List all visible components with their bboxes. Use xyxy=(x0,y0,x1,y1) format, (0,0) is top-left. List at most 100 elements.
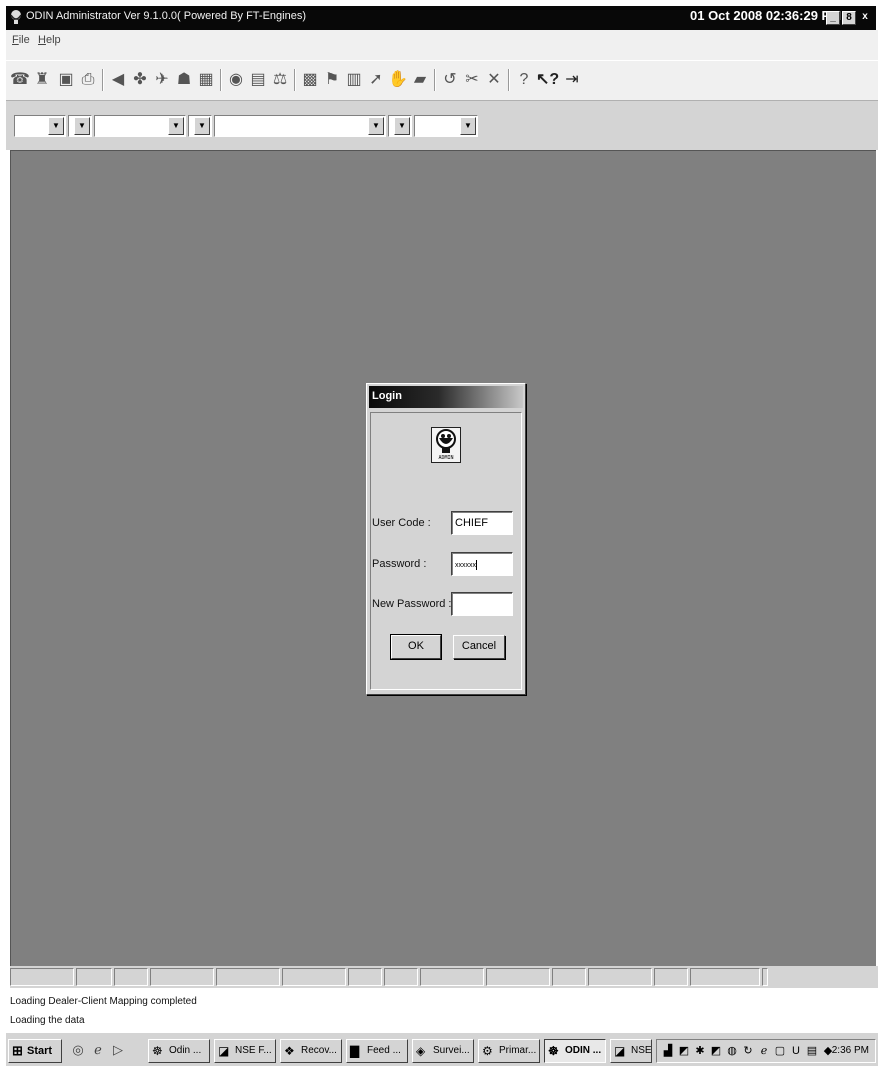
phone-icon[interactable]: ☎ xyxy=(10,69,30,91)
close-cross-icon[interactable]: ✕ xyxy=(484,69,504,91)
chart-icon[interactable]: ▩ xyxy=(300,69,320,91)
nse-icon: ◪ xyxy=(614,1044,626,1058)
tray-shield-icon[interactable]: ◍ xyxy=(725,1044,739,1058)
menu-file[interactable]: File xyxy=(12,34,30,46)
toolbar-separator xyxy=(294,69,296,91)
restore-button[interactable]: 8 xyxy=(842,11,856,25)
datetime-display: 01 Oct 2008 02:36:29 PM xyxy=(690,8,842,23)
task-nse-1[interactable]: ◪ NSE F... xyxy=(214,1039,276,1063)
disc-icon[interactable]: ◉ xyxy=(226,69,246,91)
tools-icon[interactable]: ✤ xyxy=(130,69,150,91)
segment-combo[interactable]: ▼ xyxy=(68,115,92,137)
satellite-icon[interactable]: ✈ xyxy=(152,69,172,91)
status-pane xyxy=(282,968,346,986)
undo-icon[interactable]: ↺ xyxy=(440,69,460,91)
cancel-button[interactable]: Cancel xyxy=(453,635,505,659)
status-message-2: Loading the data xyxy=(10,1015,85,1026)
flag-icon[interactable]: ⚑ xyxy=(322,69,342,91)
password-input[interactable]: xxxxxx xyxy=(451,552,513,576)
series-combo[interactable]: ▼ xyxy=(188,115,212,137)
cut-cross-icon[interactable]: ✂ xyxy=(462,69,482,91)
tray-network-icon[interactable]: ▟ xyxy=(661,1044,675,1058)
scales-icon[interactable]: ⚖ xyxy=(270,69,290,91)
ok-button[interactable]: OK xyxy=(390,634,442,660)
status-pane xyxy=(114,968,148,986)
task-nse-2[interactable]: ◪NSE F... xyxy=(610,1039,652,1063)
whats-this-icon[interactable]: ↖? xyxy=(536,69,559,91)
quicklaunch-media-icon[interactable]: ▷ xyxy=(110,1042,126,1060)
taskbar: ⊞ Start ◎ ℯ ▷ ☸ Odin ... ◪ NSE F... ❖ Recov… xyxy=(6,1032,878,1066)
text-cursor xyxy=(476,560,477,570)
chevron-down-icon[interactable]: ▼ xyxy=(48,117,64,135)
bell-icon[interactable]: ♜ xyxy=(32,69,52,91)
toolbar: ☎ ♜ ▣ ⎙ ◀ ✤ ✈ ☗ ▦ ◉ ▤ ⚖ ▩ ⚑ ▥ ➚ ✋ ▰ ↺ ✂ … xyxy=(6,60,878,100)
tray-sync-icon[interactable]: ↻ xyxy=(741,1044,755,1058)
admin-logo-icon xyxy=(436,429,456,453)
report-icon[interactable]: ▤ xyxy=(248,69,268,91)
expiry-combo[interactable]: ▼ xyxy=(388,115,412,137)
tray-display-icon[interactable]: ▢ xyxy=(773,1044,787,1058)
speaker-icon[interactable]: ◀ xyxy=(108,69,128,91)
instrument-combo[interactable]: ▼ xyxy=(94,115,186,137)
print-icon[interactable]: ⎙ xyxy=(78,69,98,91)
feed-icon: ▇ xyxy=(350,1044,360,1058)
taskbar-clock: 2:36 PM xyxy=(831,1045,869,1056)
status-pane xyxy=(420,968,484,986)
title-bar[interactable]: ODIN Administrator Ver 9.1.0.0( Powered … xyxy=(6,6,876,30)
tray-app-icon[interactable]: ◩ xyxy=(677,1044,691,1058)
dialog-title-bar[interactable]: Login xyxy=(369,386,523,408)
status-message-1: Loading Dealer-Client Mapping completed xyxy=(10,996,197,1007)
status-pane xyxy=(76,968,112,986)
lock-icon[interactable]: ▰ xyxy=(410,69,430,91)
tray-ie-icon[interactable]: ℯ xyxy=(757,1044,771,1058)
status-pane xyxy=(654,968,688,986)
help-icon[interactable]: ? xyxy=(514,69,534,91)
admin-logo: ADMIN xyxy=(431,427,461,463)
chevron-down-icon[interactable]: ▼ xyxy=(460,117,476,135)
odin-app-icon xyxy=(10,10,22,24)
calendar-icon[interactable]: ▦ xyxy=(196,69,216,91)
status-pane xyxy=(588,968,652,986)
nse-icon: ◪ xyxy=(218,1044,230,1058)
status-pane xyxy=(552,968,586,986)
start-button[interactable]: ⊞ Start xyxy=(8,1039,62,1063)
chevron-down-icon[interactable]: ▼ xyxy=(168,117,184,135)
dialog-title: Login xyxy=(372,390,402,402)
surveillance-icon: ◈ xyxy=(416,1044,426,1058)
chip-icon[interactable]: ▥ xyxy=(344,69,364,91)
menu-bar: File Help xyxy=(6,30,878,60)
close-button[interactable]: x xyxy=(858,11,872,25)
exchange-combo[interactable]: ▼ xyxy=(14,115,66,137)
hand-icon[interactable]: ✋ xyxy=(388,69,408,91)
new-password-input[interactable] xyxy=(451,592,513,616)
menu-help[interactable]: Help xyxy=(38,34,61,46)
tray-app-icon[interactable]: ◩ xyxy=(709,1044,723,1058)
chevron-down-icon[interactable]: ▼ xyxy=(394,117,410,135)
task-primary[interactable]: ⚙ Primar... xyxy=(478,1039,540,1063)
user-code-input[interactable]: CHIEF xyxy=(451,511,513,535)
task-surveillance[interactable]: ◈ Survei... xyxy=(412,1039,474,1063)
save-icon[interactable]: ▣ xyxy=(56,69,76,91)
status-pane xyxy=(150,968,214,986)
tray-gear-icon[interactable]: ✱ xyxy=(693,1044,707,1058)
strike-combo[interactable]: ▼ xyxy=(414,115,478,137)
task-recover[interactable]: ❖ Recov... xyxy=(280,1039,342,1063)
tray-vpn-icon[interactable]: U xyxy=(789,1044,803,1058)
login-dialog: Login ADMIN User Code : CHIEF Password :… xyxy=(366,383,526,695)
binoculars-icon[interactable]: ☗ xyxy=(174,69,194,91)
symbol-combo[interactable]: ▼ xyxy=(214,115,386,137)
task-odin-admin[interactable]: ☸ ODIN ... xyxy=(544,1039,606,1063)
status-pane xyxy=(10,968,74,986)
chevron-down-icon[interactable]: ▼ xyxy=(74,117,90,135)
odin-icon: ☸ xyxy=(152,1044,163,1058)
quicklaunch-browser-icon[interactable]: ◎ xyxy=(70,1042,86,1060)
chevron-down-icon[interactable]: ▼ xyxy=(194,117,210,135)
exit-icon[interactable]: ⇥ xyxy=(562,69,582,91)
task-feed[interactable]: ▇ Feed ... xyxy=(346,1039,408,1063)
minimize-button[interactable]: _ xyxy=(826,11,840,25)
task-odin[interactable]: ☸ Odin ... xyxy=(148,1039,210,1063)
arrow-icon[interactable]: ➚ xyxy=(366,69,386,91)
tray-monitor-icon[interactable]: ▤ xyxy=(805,1044,819,1058)
quicklaunch-ie-icon[interactable]: ℯ xyxy=(90,1042,106,1060)
chevron-down-icon[interactable]: ▼ xyxy=(368,117,384,135)
